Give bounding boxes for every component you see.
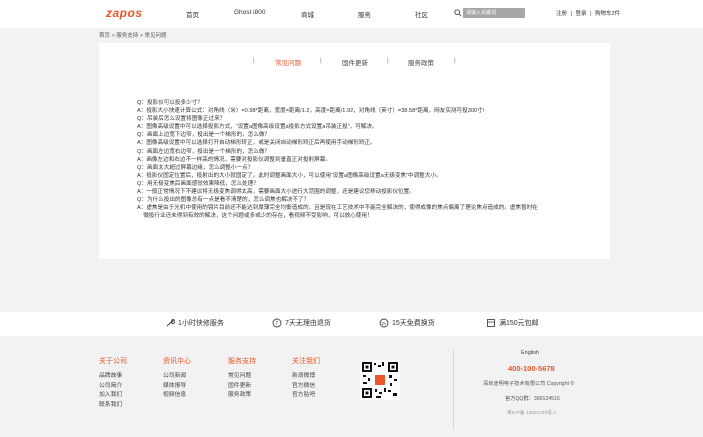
faq-line: Q：画面上边宽下边窄，投出是一个梯形的，怎么做？ <box>137 132 271 139</box>
service-label: 满150元包邮 <box>499 320 539 327</box>
breadcrumb: 首页 > 服务支持 > 常见问题 <box>99 33 167 39</box>
nav-community[interactable]: 社区 <box>415 9 428 19</box>
tab-separator: | <box>387 57 389 64</box>
qq-group: 官方QQ群：390124516 <box>505 396 560 402</box>
tab-bar: | 常见问题 | 固件更新 | 服务政策 | <box>99 57 610 69</box>
search-icon[interactable] <box>454 9 462 17</box>
faq-line: A：图像高级设置中可以选择投影方式，“设置a图像高级设置a投影方式设置a吊装正投… <box>137 124 378 131</box>
service-item: 15 15天免费换货 <box>379 318 435 328</box>
nav-mall[interactable]: 商城 <box>301 9 314 19</box>
service-item: 1小时快修服务 <box>165 318 224 328</box>
footer-link[interactable]: 公司新闻 <box>163 372 191 382</box>
faq-line: Q：投影仪可以投多少寸？ <box>137 100 203 106</box>
search-input[interactable] <box>463 8 525 18</box>
footer-column-title: 关于公司 <box>99 358 127 365</box>
faq-line: Q：画面左边宽右边窄，投出是一个梯形的，怎么做？ <box>137 148 271 155</box>
service-item: 满150元包邮 <box>486 318 539 328</box>
footer-link[interactable]: 固件更新 <box>228 382 256 392</box>
tab-separator: | <box>454 57 456 64</box>
service-label: 7天无理由退货 <box>285 320 331 327</box>
faq-line: Q：为什么投出的图像总有一点是看不清楚的，怎么调焦也解决不了？ <box>137 197 310 204</box>
tab-policy[interactable]: 服务政策 <box>408 57 434 67</box>
footer-link[interactable]: 联系我们 <box>99 401 127 411</box>
tab-separator: | <box>320 57 322 64</box>
footer-link[interactable]: 视频信息 <box>163 391 191 401</box>
footer-link[interactable]: 服务政策 <box>228 391 256 401</box>
exchange-15-icon: 15 <box>379 318 389 328</box>
return-7-icon: 7 <box>272 318 282 328</box>
faq-line: A：虚焦是由于光机中使用的镜片目前还不能达到厚薄完全均衡造成的，且是现在工艺技术… <box>137 205 538 212</box>
footer-column-support: 服务支持 常见问题 固件更新 服务政策 <box>228 356 256 401</box>
account-links: 注册 | 登录 | 购物车2件 <box>556 9 622 17</box>
tab-faq[interactable]: 常见问题 <box>275 57 301 67</box>
footer-link[interactable]: 官方微信 <box>292 382 320 392</box>
site-footer: 关于公司 品牌故事 公司简介 加入我们 联系我们 资讯中心 公司新闻 媒体报导 … <box>0 338 703 437</box>
footer-column-title: 关注我们 <box>292 358 320 365</box>
footer-column-follow: 关注我们 新浪微博 官方微信 官方贴吧 <box>292 356 320 401</box>
tab-firmware[interactable]: 固件更新 <box>342 57 368 67</box>
language-link[interactable]: English <box>521 350 539 356</box>
copyright-text: 深圳途明电子技术有限公司 Copyright © <box>483 381 575 387</box>
footer-link[interactable]: 加入我们 <box>99 391 127 401</box>
footer-column-about: 关于公司 品牌故事 公司简介 加入我们 联系我们 <box>99 356 127 410</box>
qr-code-icon <box>360 360 400 400</box>
link-separator: | <box>590 11 592 17</box>
wrench-icon <box>166 318 175 327</box>
footer-link[interactable]: 官方贴吧 <box>292 391 320 401</box>
svg-text:7: 7 <box>275 321 278 327</box>
service-label: 1小时快修服务 <box>178 320 224 327</box>
footer-column-news: 资讯中心 公司新闻 媒体报导 视频信息 <box>163 356 191 401</box>
brand-logo[interactable]: zapos <box>106 6 143 20</box>
nav-service[interactable]: 服务 <box>358 9 371 19</box>
search-box <box>454 8 526 19</box>
footer-column-title: 资讯中心 <box>163 358 191 365</box>
footer-link[interactable]: 新浪微博 <box>292 372 320 382</box>
tab-separator: | <box>253 57 255 64</box>
faq-line: A：投影大小快速计算公式：对角线（米）=0.98*距离，宽度=距离/1.2，高度… <box>137 108 485 115</box>
nav-home[interactable]: 首页 <box>186 9 199 19</box>
footer-column-title: 服务支持 <box>228 358 256 365</box>
shipping-icon <box>487 319 495 327</box>
faq-line: Q：用无极变焦后画面感觉效果降低，怎么处理？ <box>137 180 259 187</box>
footer-link[interactable]: 品牌故事 <box>99 372 127 382</box>
cart-link[interactable]: 购物车2件 <box>595 11 620 17</box>
faq-card: | 常见问题 | 固件更新 | 服务政策 | Q：投影仪可以投多少寸？ A：投影… <box>99 43 610 259</box>
nav-product[interactable]: Ghost i800 <box>234 9 265 16</box>
icp-record[interactable]: 粤ICP备 14001720号-1 <box>507 409 556 416</box>
faq-line: Q：画面太大超过屏幕边缘，怎么调整小一点？ <box>137 164 254 171</box>
svg-text:15: 15 <box>381 321 386 326</box>
register-link[interactable]: 注册 <box>556 11 567 17</box>
faq-line: A：投影仪固定位置后，投射出的大小就固定了。此时调整画面大小，可以使用“设置a图… <box>137 172 442 179</box>
faq-line: 微投行业还未得到有效的解决，这个问题或多或少的存在，看视频不受影响，可以放心使用… <box>137 213 373 220</box>
service-label: 15天免费换货 <box>392 320 435 327</box>
link-separator: | <box>570 11 572 17</box>
footer-link[interactable]: 常见问题 <box>228 372 256 382</box>
faq-line: Q：吊装后怎么设置将图像正过来？ <box>137 116 226 123</box>
hotline-phone: 400-100-5678 <box>508 364 555 373</box>
faq-line: A：图像高级设置中可以选择打开自动梯形矫正，或是关闭自动梯形矫正后再使用手动梯形… <box>137 140 376 147</box>
top-header: zapos 首页 Ghost i800 商城 服务 社区 注册 | 登录 | 购… <box>0 0 703 28</box>
service-item: 7 7天无理由退货 <box>272 318 331 328</box>
faq-list: Q：投影仪可以投多少寸？ A：投影大小快速计算公式：对角线（米）=0.98*距离… <box>137 99 597 220</box>
footer-divider <box>453 350 454 430</box>
footer-link[interactable]: 媒体报导 <box>163 382 191 392</box>
service-strip: 1小时快修服务 7 7天无理由退货 15 15天免费换货 满150元包邮 <box>0 312 703 336</box>
faq-line: A：画像左边和右边不一样高的情况，需要对投影仪调整到垂直正对投射屏幕。 <box>137 156 331 163</box>
login-link[interactable]: 登录 <box>576 11 587 17</box>
faq-line: A：一般正常情况下不建议将无极变焦调得太高，需要画面大小进行大范围的调整，还是建… <box>137 189 415 196</box>
footer-link[interactable]: 公司简介 <box>99 382 127 392</box>
